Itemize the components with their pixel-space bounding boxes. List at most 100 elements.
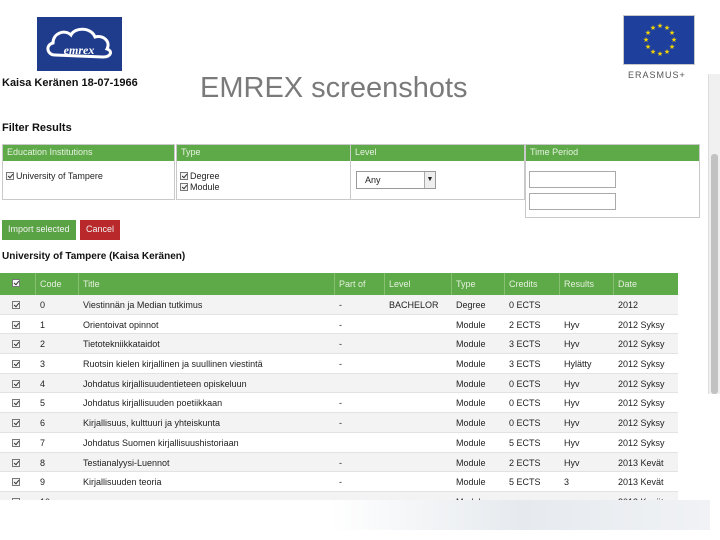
cell-title: Tietotekniikkataidot <box>83 339 160 350</box>
table-row[interactable]: 0 Viestinnän ja Median tutkimus - BACHEL… <box>0 295 678 315</box>
table-row[interactable]: 2 Tietotekniikkataidot - Module 3 ECTS H… <box>0 334 678 355</box>
cell-level <box>385 492 452 500</box>
filter-option-module[interactable]: Module <box>180 182 220 192</box>
svg-text:★: ★ <box>657 50 663 58</box>
cell-title: Ruotsin kielen kirjallinen ja suullinen … <box>83 359 263 370</box>
column-date[interactable]: Date <box>614 273 678 295</box>
cell-date: 2012 Syksy <box>618 339 665 350</box>
column-title[interactable]: Title <box>79 273 335 295</box>
cell-title: Viestinnän ja Median tutkimus <box>83 300 203 310</box>
chevron-down-icon[interactable]: ▼ <box>424 172 435 188</box>
cell-level <box>385 315 452 334</box>
level-select[interactable]: Any ▼ <box>356 171 436 189</box>
checkbox-checked-icon[interactable] <box>12 301 20 309</box>
cell-code: 6 <box>40 418 46 429</box>
cell-title: Johdatus kirjallisuudentieteen opiskeluu… <box>83 378 247 389</box>
table-row[interactable]: 1 Orientoivat opinnot - Module 2 ECTS Hy… <box>0 315 678 335</box>
cell-level <box>385 354 452 373</box>
cell-date: 2012 Syksy <box>618 378 665 389</box>
filter-type-label: Type <box>177 145 350 161</box>
cell-credits: 0 ECTS <box>509 378 541 389</box>
table-row[interactable]: 7 Johdatus Suomen kirjallisuushistoriaan… <box>0 433 678 453</box>
table-row[interactable]: 6 Kirjallisuus, kulttuuri ja yhteiskunta… <box>0 413 678 433</box>
column-part-of[interactable]: Part of <box>335 273 385 295</box>
eu-stars-icon: ★ ★★ ★★★ ★★★ ★★★ <box>643 22 677 58</box>
column-credits[interactable]: Credits <box>505 273 560 295</box>
column-level[interactable]: Level <box>385 273 452 295</box>
cell-type: Module <box>456 437 486 448</box>
checkbox-checked-icon[interactable] <box>12 320 20 329</box>
eu-flag: ★ ★ ★ ★ ★ ★ ★ ★ ★ ★ ★ ★ <box>623 15 695 65</box>
cell-type: Module <box>452 492 505 500</box>
column-code[interactable]: Code <box>36 273 79 295</box>
filter-option-tampere[interactable]: University of Tampere <box>6 171 103 181</box>
cell-result <box>560 492 614 500</box>
filter-institutions: Education Institutions University of Tam… <box>2 144 175 200</box>
table-row[interactable]: 9 Kirjallisuuden teoria - Module 5 ECTS … <box>0 472 678 492</box>
cell-code: 3 <box>40 359 46 370</box>
cell-part-of <box>335 433 385 452</box>
emrex-cloud-icon: emrex <box>46 27 112 59</box>
cell-part-of: - <box>339 457 342 468</box>
checkbox-checked-icon[interactable] <box>12 399 20 408</box>
column-type[interactable]: Type <box>452 273 505 295</box>
checkbox-checked-icon[interactable] <box>12 340 20 349</box>
checkbox-checked-icon[interactable] <box>12 497 20 500</box>
table-row[interactable]: 3 Ruotsin kielen kirjallinen ja suulline… <box>0 354 678 374</box>
cell-part-of: - <box>339 398 342 409</box>
checkbox-checked-icon[interactable] <box>12 360 20 369</box>
cell-result: Hyv <box>564 457 580 468</box>
filter-results-title: Filter Results <box>2 122 72 134</box>
cell-credits: 0 ECTS <box>509 418 541 429</box>
select-all-header[interactable] <box>0 273 36 295</box>
checkbox-checked-icon[interactable] <box>6 172 14 180</box>
table-row[interactable]: 5 Johdatus kirjallisuuden poetiikkaan - … <box>0 393 678 414</box>
university-title: University of Tampere (Kaisa Keränen) <box>2 251 186 262</box>
cell-type: Module <box>456 457 486 468</box>
filter-option-degree[interactable]: Degree <box>180 171 220 181</box>
checkbox-checked-icon[interactable] <box>12 419 20 428</box>
checkbox-checked-icon[interactable] <box>12 478 20 487</box>
cell-result: Hyv <box>564 418 580 429</box>
cell-code: 10 <box>36 492 79 500</box>
filter-time-period-label: Time Period <box>526 145 699 161</box>
checkbox-checked-icon[interactable] <box>12 279 20 287</box>
cell-code: 0 <box>40 300 46 310</box>
filter-level-label: Level <box>351 145 524 161</box>
filter-time-period: Time Period <box>525 144 700 218</box>
cell-code: 9 <box>40 477 46 488</box>
cell-date: 2013 Kevät <box>614 492 678 500</box>
date-to-input[interactable] <box>529 193 616 210</box>
checkbox-checked-icon[interactable] <box>12 438 20 447</box>
filter-level: Level Any ▼ <box>350 144 525 200</box>
vertical-scrollbar[interactable] <box>708 74 720 394</box>
cell-credits: 5 ECTS <box>509 477 541 488</box>
checkbox-checked-icon[interactable] <box>12 458 20 467</box>
date-from-input[interactable] <box>529 171 616 188</box>
cell-part-of: - <box>339 418 342 429</box>
cell-credits: 0 ECTS <box>509 398 541 409</box>
table-row[interactable]: 8 Testianalyysi-Luennot - Module 2 ECTS … <box>0 452 678 473</box>
column-results[interactable]: Results <box>560 273 614 295</box>
svg-text:★: ★ <box>664 48 670 56</box>
scrollbar-thumb[interactable] <box>711 154 718 394</box>
checkbox-checked-icon[interactable] <box>180 183 188 191</box>
cell-part-of <box>335 492 385 500</box>
filter-institutions-label: Education Institutions <box>3 145 174 161</box>
cell-level <box>385 433 452 452</box>
cell-level <box>385 334 452 353</box>
cell-part-of: - <box>339 300 342 310</box>
table-row[interactable]: 4 Johdatus kirjallisuudentieteen opiskel… <box>0 373 678 394</box>
cell-title <box>79 492 335 500</box>
import-selected-button[interactable]: Import selected <box>2 220 76 240</box>
cell-result: Hyv <box>564 437 580 448</box>
cell-result <box>560 295 614 314</box>
cancel-button[interactable]: Cancel <box>80 220 120 240</box>
cell-code: 2 <box>40 339 46 350</box>
cell-part-of: - <box>339 319 342 330</box>
svg-text:★: ★ <box>643 36 649 44</box>
checkbox-checked-icon[interactable] <box>12 379 20 388</box>
cell-credits: 2 ECTS <box>509 457 541 468</box>
checkbox-checked-icon[interactable] <box>180 172 188 180</box>
table-row[interactable]: 10 Module 2013 Kevät <box>0 491 678 500</box>
